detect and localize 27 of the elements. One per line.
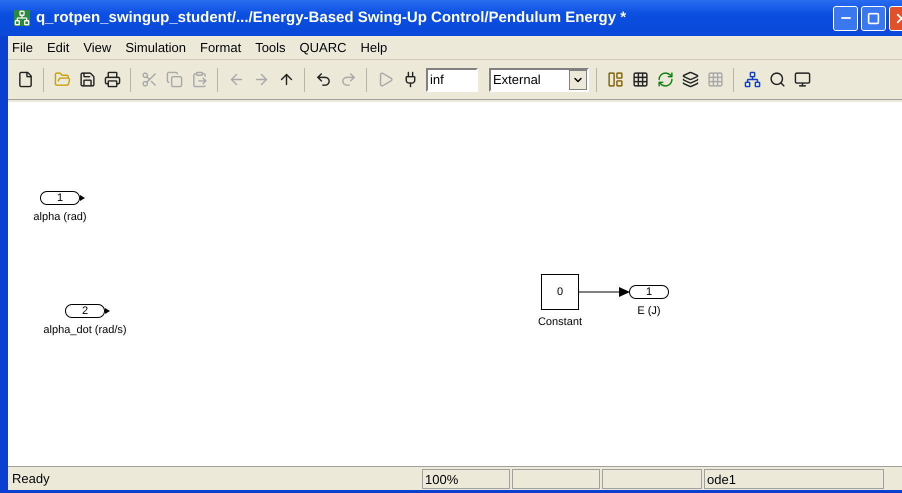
menu-item[interactable]: Tools [255,38,286,58]
signal-line [579,287,630,297]
minimize-button[interactable] [833,6,858,30]
port-arrow-icon [105,308,110,314]
solver-name: ode1 [704,468,884,488]
zoom-level: 100% [422,468,510,488]
port-arrow-icon [80,195,85,201]
maximize-button[interactable] [861,6,886,30]
menu-item[interactable]: Simulation [125,38,186,58]
block-label: Constant [538,315,582,330]
block-label: alpha_dot (rad/s) [43,323,127,338]
mode-dropdown[interactable]: External [489,68,589,92]
block-label: alpha (rad) [33,210,87,225]
menu-item[interactable]: File [12,38,33,58]
constant-block: 0 [541,274,579,310]
stop-time-field[interactable]: inf [426,68,478,92]
status-text: Ready [11,470,51,488]
window-title: q_rotpen_swingup_student/.../Energy-Based Swing-Up Control/Pendulum Energy * [36,8,626,28]
menu-item[interactable]: Format [200,38,242,58]
app-icon [14,10,30,26]
block-label: E (J) [637,304,661,319]
outport-block: 1 [629,285,669,299]
menu-item[interactable]: Edit [46,38,70,58]
maximize-icon [867,12,880,24]
menu-item[interactable]: View [83,38,112,58]
menu-item[interactable]: Help [360,38,388,58]
menu-item[interactable]: QUARC [300,38,346,58]
